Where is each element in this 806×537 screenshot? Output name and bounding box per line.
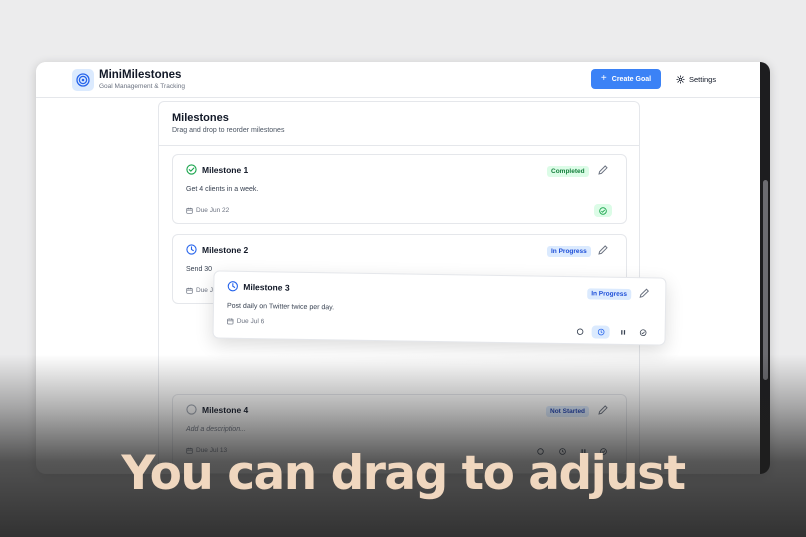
scrollbar-track — [760, 62, 770, 474]
status-in-progress-button[interactable] — [591, 325, 610, 339]
clock-icon — [597, 328, 604, 336]
dragged-milestone-card[interactable]: Milestone 3 In Progress Post daily on Tw… — [212, 270, 667, 346]
pause-icon — [620, 330, 625, 335]
check-circle-icon — [599, 206, 607, 215]
status-badge: In Progress — [587, 288, 632, 301]
empty-circle-icon — [576, 328, 583, 335]
create-goal-label: Create Goal — [611, 75, 652, 83]
mark-complete-button[interactable] — [594, 204, 612, 217]
calendar-icon — [186, 287, 193, 294]
milestone-card[interactable]: Milestone 1 Completed Get 4 clients in a… — [172, 154, 627, 224]
top-bar: MiniMilestones Goal Management & Trackin… — [36, 62, 760, 98]
milestone-title-text: Milestone 4 — [202, 404, 249, 415]
milestone-title-text: Milestone 1 — [202, 164, 249, 175]
app-title: MiniMilestones — [99, 69, 182, 81]
panel-subtitle: Drag and drop to reorder milestones — [172, 127, 285, 134]
mark-complete-button[interactable] — [634, 326, 652, 339]
due-date: Due Ju — [186, 287, 217, 294]
plus-icon: + — [600, 73, 607, 84]
settings-button[interactable]: Settings — [676, 69, 716, 89]
milestone-title: Milestone 4 — [186, 404, 248, 415]
clock-icon — [186, 244, 197, 255]
pencil-icon[interactable] — [597, 404, 609, 416]
settings-label: Settings — [689, 74, 717, 84]
milestone-description[interactable]: Send 30 — [186, 266, 212, 273]
due-date: Due Jun 22 — [186, 207, 229, 214]
milestone-title-text: Milestone 2 — [202, 244, 249, 255]
promo-caption: You can drag to adjust — [121, 446, 686, 501]
gear-icon — [676, 74, 685, 84]
create-goal-button[interactable]: + Create Goal — [591, 69, 661, 89]
milestone-description[interactable]: Get 4 clients in a week. — [186, 186, 258, 193]
panel-header: Milestones Drag and drop to reorder mile… — [159, 102, 639, 146]
calendar-icon — [227, 318, 234, 325]
pause-button[interactable] — [614, 326, 632, 339]
pencil-icon[interactable] — [597, 244, 609, 256]
check-circle-icon — [639, 329, 646, 336]
milestone-title-text: Milestone 3 — [243, 281, 290, 293]
check-circle-icon — [186, 164, 197, 175]
due-date-text: Due Jun 22 — [196, 207, 230, 214]
status-badge: Completed — [547, 166, 589, 177]
empty-circle-icon — [186, 404, 197, 415]
milestone-title: Milestone 2 — [186, 244, 248, 255]
clock-icon — [227, 281, 238, 292]
app-subtitle: Goal Management & Tracking — [99, 83, 185, 90]
status-not-started-button[interactable] — [571, 325, 589, 338]
due-date: Due Jul 6 — [227, 317, 265, 326]
scrollbar-thumb[interactable] — [763, 180, 768, 380]
app-window: MiniMilestones Goal Management & Trackin… — [36, 62, 770, 474]
calendar-icon — [186, 207, 193, 214]
milestone-description[interactable]: Add a description... — [186, 426, 246, 433]
due-date-text: Due Jul 6 — [236, 317, 265, 326]
milestone-description[interactable]: Post daily on Twitter twice per day. — [227, 303, 334, 312]
milestone-title: Milestone 3 — [227, 281, 290, 293]
status-badge: Not Started — [546, 406, 590, 417]
panel-title: Milestones — [172, 112, 229, 124]
pencil-icon[interactable] — [597, 164, 609, 176]
status-badge: In Progress — [547, 246, 591, 257]
target-logo-icon — [72, 69, 94, 91]
milestone-title: Milestone 1 — [186, 164, 248, 175]
pencil-icon[interactable] — [638, 287, 650, 299]
